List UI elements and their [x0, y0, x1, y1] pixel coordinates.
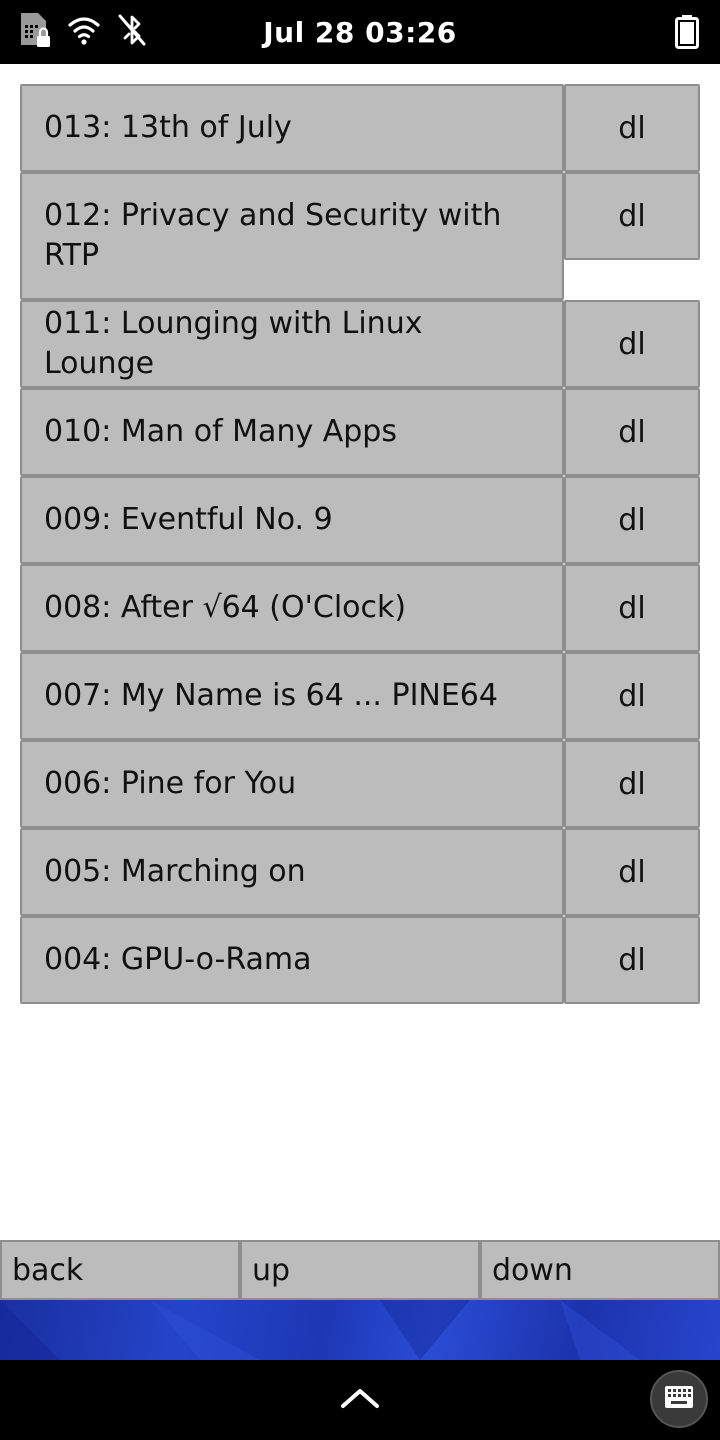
download-button[interactable]: dl [564, 740, 700, 828]
episode-title-button[interactable]: 009: Eventful No. 9 [20, 476, 564, 564]
list-item: 013: 13th of July dl [20, 84, 700, 172]
system-bar [0, 1360, 720, 1440]
keyboard-icon [664, 1385, 694, 1413]
down-button[interactable]: down [480, 1240, 720, 1300]
list-item: 005: Marching on dl [20, 828, 700, 916]
list-item: 007: My Name is 64 ... PINE64 dl [20, 652, 700, 740]
wallpaper-strip [0, 1300, 720, 1360]
episode-list: 013: 13th of July dl 012: Privacy and Se… [20, 84, 700, 1004]
list-item: 008: After √64 (O'Clock) dl [20, 564, 700, 652]
list-item: 004: GPU-o-Rama dl [20, 916, 700, 1004]
episode-title-button[interactable]: 011: Lounging with Linux Lounge [20, 300, 564, 388]
list-item: 010: Man of Many Apps dl [20, 388, 700, 476]
episode-title-button[interactable]: 005: Marching on [20, 828, 564, 916]
download-button[interactable]: dl [564, 564, 700, 652]
download-button[interactable]: dl [564, 300, 700, 388]
nav-bar: back up down [0, 1240, 720, 1300]
download-button[interactable]: dl [564, 172, 700, 260]
download-button[interactable]: dl [564, 652, 700, 740]
status-clock: Jul 28 03:26 [263, 16, 457, 49]
list-item: 009: Eventful No. 9 dl [20, 476, 700, 564]
up-button[interactable]: up [240, 1240, 480, 1300]
battery-icon [674, 14, 700, 54]
episode-title-button[interactable]: 013: 13th of July [20, 84, 564, 172]
episode-title-button[interactable]: 004: GPU-o-Rama [20, 916, 564, 1004]
list-item: 006: Pine for You dl [20, 740, 700, 828]
download-button[interactable]: dl [564, 476, 700, 564]
episode-title-button[interactable]: 012: Privacy and Security with RTP [20, 172, 564, 300]
chevron-up-icon[interactable] [340, 1386, 380, 1414]
episode-title-button[interactable]: 007: My Name is 64 ... PINE64 [20, 652, 564, 740]
episode-title-button[interactable]: 008: After √64 (O'Clock) [20, 564, 564, 652]
episode-title-button[interactable]: 006: Pine for You [20, 740, 564, 828]
download-button[interactable]: dl [564, 828, 700, 916]
status-bar: Jul 28 03:26 [0, 0, 720, 64]
download-button[interactable]: dl [564, 84, 700, 172]
list-item: 011: Lounging with Linux Lounge dl [20, 300, 700, 388]
download-button[interactable]: dl [564, 916, 700, 1004]
download-button[interactable]: dl [564, 388, 700, 476]
list-item: 012: Privacy and Security with RTP dl [20, 172, 700, 300]
episode-title-button[interactable]: 010: Man of Many Apps [20, 388, 564, 476]
keyboard-toggle-button[interactable] [650, 1370, 708, 1428]
back-button[interactable]: back [0, 1240, 240, 1300]
